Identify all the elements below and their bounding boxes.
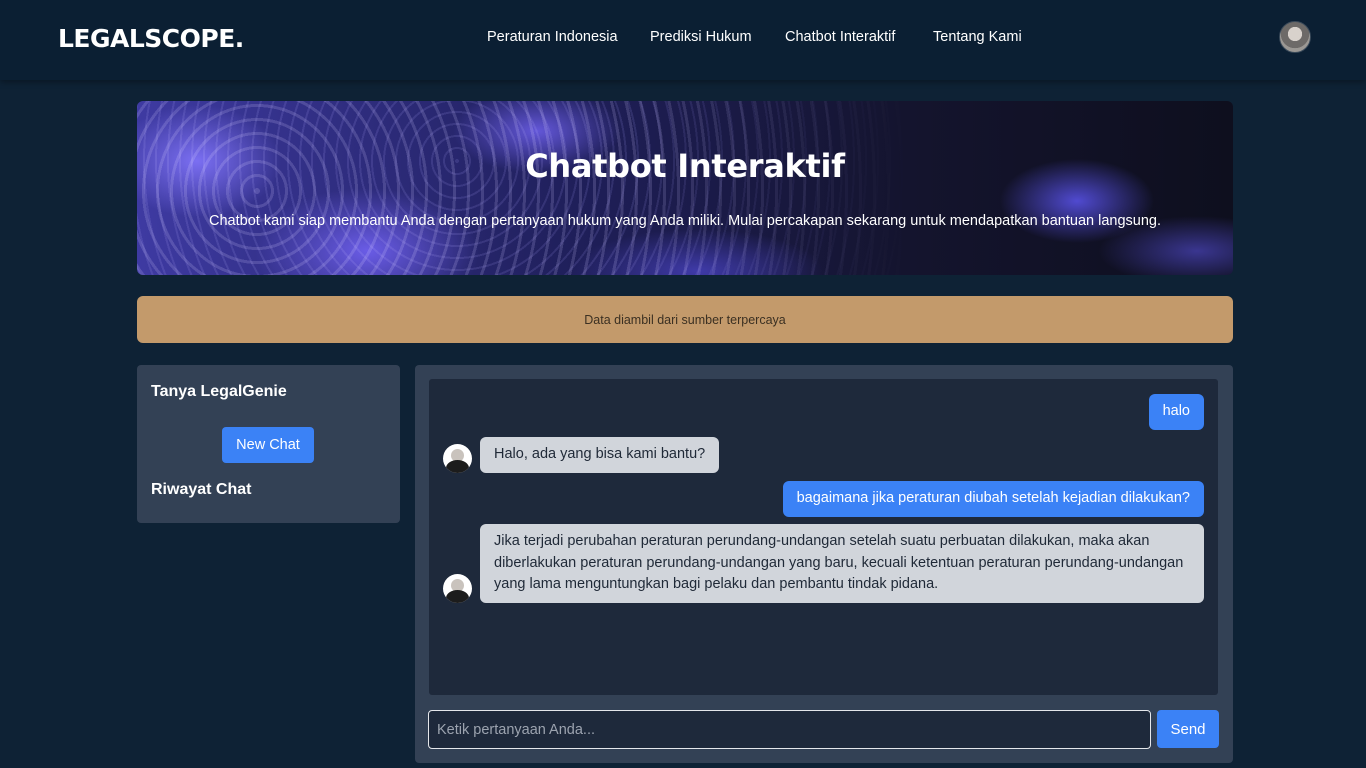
source-notice: Data diambil dari sumber terpercaya: [137, 296, 1233, 343]
chat-input[interactable]: [428, 710, 1151, 749]
nav-link-peraturan-indonesia[interactable]: Peraturan Indonesia: [487, 29, 618, 45]
nav-link-tentang-kami[interactable]: Tentang Kami: [933, 29, 1022, 45]
chat-sidebar: Tanya LegalGenie New Chat Riwayat Chat: [137, 365, 400, 523]
chat-panel: halo Halo, ada yang bisa kami bantu? bag…: [415, 365, 1233, 763]
chat-messages: halo Halo, ada yang bisa kami bantu? bag…: [429, 379, 1218, 695]
navbar: LEGALSCOPE. Peraturan Indonesia Prediksi…: [0, 0, 1366, 80]
bot-message: Halo, ada yang bisa kami bantu?: [480, 437, 720, 473]
logo[interactable]: LEGALSCOPE.: [58, 24, 244, 53]
bot-avatar-icon: [443, 574, 472, 603]
user-message: bagaimana jika peraturan diubah setelah …: [782, 481, 1204, 517]
user-message: halo: [1148, 394, 1204, 430]
page-title: Chatbot Interaktif: [525, 147, 845, 185]
source-notice-text: Data diambil dari sumber terpercaya: [584, 312, 786, 327]
bot-message: Jika terjadi perubahan peraturan perunda…: [480, 524, 1204, 603]
new-chat-button[interactable]: New Chat: [222, 427, 314, 463]
hero-banner: Chatbot Interaktif Chatbot kami siap mem…: [137, 101, 1233, 275]
hero-subtitle: Chatbot kami siap membantu Anda dengan p…: [209, 213, 1161, 229]
chat-history-title: Riwayat Chat: [151, 481, 252, 498]
nav-link-prediksi-hukum[interactable]: Prediksi Hukum: [650, 29, 752, 45]
sidebar-title: Tanya LegalGenie: [151, 383, 287, 400]
bot-avatar-icon: [443, 444, 472, 473]
send-button[interactable]: Send: [1157, 710, 1219, 748]
nav-link-chatbot-interaktif[interactable]: Chatbot Interaktif: [785, 29, 895, 45]
hero-background-art: [137, 101, 1233, 275]
user-avatar-icon[interactable]: [1279, 21, 1311, 53]
